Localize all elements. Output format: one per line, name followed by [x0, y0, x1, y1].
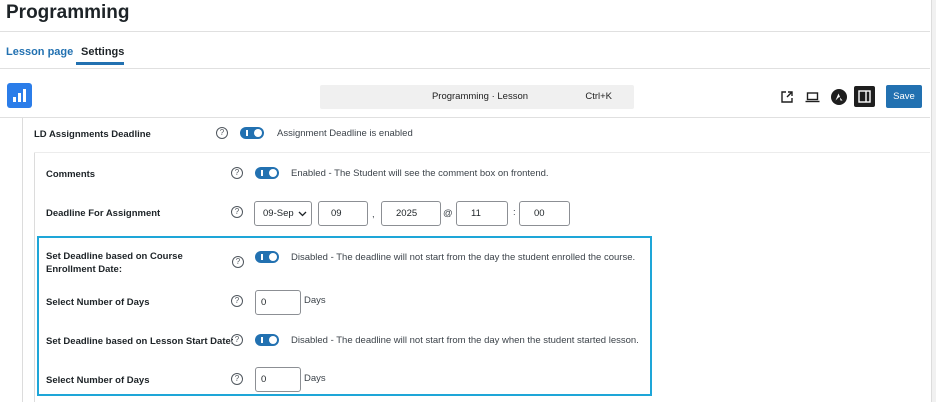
help-icon[interactable]: ? — [231, 167, 243, 179]
section-border-outer — [22, 118, 23, 402]
astra-icon[interactable] — [830, 88, 848, 106]
preview-icon[interactable] — [803, 88, 821, 106]
help-icon[interactable]: ? — [231, 373, 243, 385]
external-link-icon[interactable] — [778, 88, 796, 106]
comments-toggle[interactable] — [255, 167, 279, 179]
deadline-for-assignment-label: Deadline For Assignment — [46, 208, 161, 219]
deadline-day-value: 09 — [331, 208, 342, 219]
deadline-minute-input[interactable]: 00 — [519, 201, 570, 226]
title-divider — [0, 31, 930, 32]
lesson-start-deadline-label: Set Deadline based on Lesson Start Date: — [46, 336, 234, 347]
active-tab-indicator — [76, 62, 124, 65]
help-icon[interactable]: ? — [231, 206, 243, 218]
enrollment-days-label: Select Number of Days — [46, 297, 150, 308]
help-icon[interactable]: ? — [231, 295, 243, 307]
assignments-deadline-status: Assignment Deadline is enabled — [277, 128, 413, 139]
command-bar[interactable]: Programming · Lesson Ctrl+K — [320, 85, 634, 109]
deadline-hour-input[interactable]: 11 — [456, 201, 508, 226]
tab-settings[interactable]: Settings — [81, 46, 124, 58]
assignments-deadline-label: LD Assignments Deadline — [34, 129, 151, 140]
lesson-start-deadline-status: Disabled - The deadline will not start f… — [291, 335, 639, 346]
chart-app-icon[interactable] — [7, 83, 32, 108]
deadline-year-value: 2025 — [396, 208, 418, 219]
save-button[interactable]: Save — [886, 85, 922, 108]
command-bar-shortcut: Ctrl+K — [585, 91, 612, 102]
lesson-days-value: 0 — [261, 374, 267, 385]
help-icon[interactable]: ? — [232, 256, 244, 268]
tabs-divider — [0, 68, 930, 69]
lesson-days-input[interactable]: 0 — [255, 367, 301, 392]
course-enrollment-deadline-toggle[interactable] — [255, 251, 279, 263]
chevron-down-icon — [298, 211, 307, 216]
enrollment-days-value: 0 — [261, 297, 267, 308]
section-border-inner — [34, 152, 35, 402]
course-enrollment-deadline-label: Set Deadline based on Course Enrollment … — [46, 251, 183, 275]
assignments-deadline-toggle[interactable] — [240, 127, 264, 139]
course-enrollment-deadline-status: Disabled - The deadline will not start f… — [291, 252, 636, 263]
deadline-year-input[interactable]: 2025 — [381, 201, 441, 226]
toolbar-divider — [0, 117, 930, 118]
lesson-days-label: Select Number of Days — [46, 375, 150, 386]
page-title: Programming — [6, 2, 130, 23]
comments-label: Comments — [46, 169, 96, 180]
enrollment-days-unit: Days — [304, 295, 326, 306]
enrollment-days-input[interactable]: 0 — [255, 290, 301, 315]
tab-lesson-page[interactable]: Lesson page — [6, 46, 73, 58]
deadline-hour-value: 11 — [471, 208, 481, 219]
help-icon[interactable]: ? — [216, 127, 228, 139]
comments-status: Enabled - The Student will see the comme… — [291, 168, 549, 179]
sidebar-toggle-icon[interactable] — [854, 86, 875, 107]
deadline-month-select[interactable]: 09-Sep — [254, 201, 312, 226]
deadline-day-input[interactable]: 09 — [318, 201, 368, 226]
deadline-month-value: 09-Sep — [263, 208, 294, 219]
time-colon: : — [513, 207, 516, 218]
time-at-symbol: @ — [443, 208, 453, 219]
scrollbar[interactable] — [931, 0, 936, 402]
deadline-minute-value: 00 — [534, 208, 545, 219]
date-comma: , — [372, 209, 375, 220]
section-divider — [34, 152, 930, 153]
lesson-start-deadline-toggle[interactable] — [255, 334, 279, 346]
help-icon[interactable]: ? — [231, 334, 243, 346]
lesson-days-unit: Days — [304, 373, 326, 384]
